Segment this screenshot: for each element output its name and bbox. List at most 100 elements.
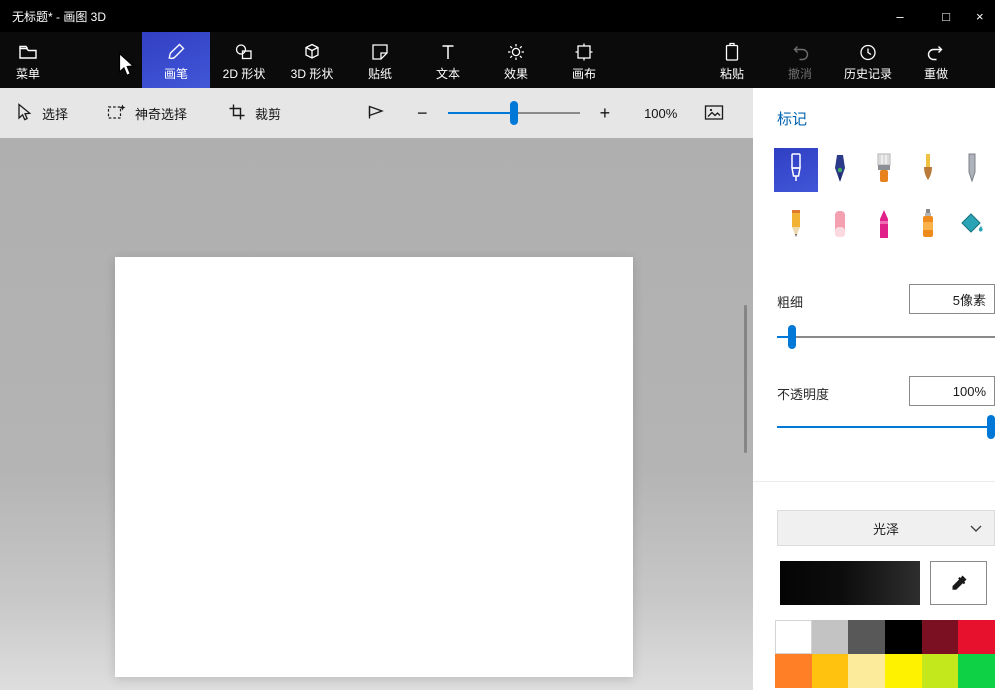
fit-to-window-button[interactable] — [703, 102, 725, 125]
canvas-tab[interactable]: 画布 — [550, 32, 618, 88]
color-swatch[interactable] — [848, 654, 885, 688]
fill-bucket-icon — [958, 206, 986, 247]
thickness-slider-thumb[interactable] — [787, 325, 796, 349]
color-swatch[interactable] — [811, 654, 849, 688]
3d-shapes-label: 3D 形状 — [290, 66, 334, 81]
panel-title: 标记 — [777, 111, 808, 128]
color-swatch[interactable] — [884, 620, 922, 654]
vertical-scrollbar[interactable] — [744, 305, 747, 453]
brush-eraser[interactable] — [818, 204, 862, 248]
redo-button[interactable]: 重做 — [902, 32, 970, 88]
crop-button[interactable]: 裁剪 — [227, 102, 281, 125]
sun-icon — [505, 41, 527, 63]
material-dropdown[interactable]: 光泽 — [777, 510, 995, 546]
color-swatch[interactable] — [958, 620, 995, 654]
3d-shapes-tab[interactable]: 3D 形状 — [278, 32, 346, 88]
panel-divider — [753, 481, 995, 482]
zoom-out-button[interactable]: − — [417, 103, 428, 124]
color-swatch[interactable] — [775, 654, 812, 688]
color-swatch[interactable] — [848, 620, 885, 654]
menu-button[interactable]: 菜单 — [0, 32, 56, 88]
cursor-arrow-icon — [14, 102, 34, 125]
stickers-label: 贴纸 — [367, 66, 392, 81]
secondary-toolbar: 选择 神奇选择 裁剪 − + 100% — [0, 88, 753, 138]
thickness-input[interactable]: 5像素 — [909, 284, 995, 314]
opacity-input[interactable]: 100% — [909, 376, 995, 406]
thickness-label: 粗细 — [777, 295, 804, 310]
mouse-cursor — [118, 52, 136, 83]
brush-panel: 标记 粗细 5像素 不透明度 100% 光泽 — [753, 88, 995, 690]
color-swatch[interactable] — [884, 654, 922, 688]
minimize-button[interactable]: – — [877, 0, 923, 32]
opacity-slider[interactable] — [777, 415, 995, 439]
brush-fill[interactable] — [950, 204, 994, 248]
brush-icon — [165, 41, 187, 63]
canvas-icon — [573, 41, 595, 63]
thickness-slider-track — [777, 336, 995, 338]
opacity-label: 不透明度 — [777, 387, 830, 402]
workspace — [0, 138, 753, 690]
brush-spray-can[interactable] — [906, 204, 950, 248]
opacity-slider-thumb[interactable] — [987, 415, 995, 439]
oil-brush-icon — [870, 150, 898, 191]
image-fit-icon — [703, 102, 725, 125]
text-tab[interactable]: 文本 — [414, 32, 482, 88]
3d-shapes-icon — [301, 41, 323, 63]
redo-icon — [925, 41, 947, 63]
marker-icon — [782, 150, 810, 191]
zoom-slider-fill — [447, 112, 514, 114]
window-title: 无标题* - 画图 3D — [12, 9, 107, 24]
close-button[interactable]: × — [969, 0, 995, 32]
sticker-icon — [369, 41, 391, 63]
title-bar: 无标题* - 画图 3D – □ × — [0, 0, 995, 32]
brush-marker[interactable] — [774, 148, 818, 192]
thickness-slider-fill — [777, 336, 788, 338]
magic-select-button[interactable]: 神奇选择 — [106, 102, 187, 125]
material-dropdown-value: 光泽 — [872, 521, 899, 537]
canvas-label: 画布 — [571, 66, 596, 81]
2d-shapes-tab[interactable]: 2D 形状 — [210, 32, 278, 88]
effects-tab[interactable]: 效果 — [482, 32, 550, 88]
color-swatch[interactable] — [811, 620, 849, 654]
color-swatch[interactable] — [958, 654, 995, 688]
undo-label: 撤消 — [787, 66, 812, 81]
brushes-tab[interactable]: 画笔 — [142, 32, 210, 88]
brush-oil-brush[interactable] — [862, 148, 906, 192]
brush-calligraphy-pen[interactable] — [818, 148, 862, 192]
zoom-slider[interactable] — [447, 101, 580, 125]
crayon-icon — [870, 206, 898, 247]
color-swatch[interactable] — [921, 654, 959, 688]
brush-watercolor[interactable] — [906, 148, 950, 192]
window-controls: – □ × — [877, 0, 995, 32]
effects-label: 效果 — [503, 66, 528, 81]
calligraphy-pen-icon — [826, 150, 854, 191]
stickers-tab[interactable]: 贴纸 — [346, 32, 414, 88]
eyedropper-icon — [952, 575, 966, 590]
brushes-label: 画笔 — [163, 66, 188, 81]
color-swatch[interactable] — [921, 620, 959, 654]
current-color-swatch[interactable] — [780, 561, 920, 605]
zoom-in-button[interactable]: + — [600, 103, 611, 124]
color-swatch[interactable] — [775, 620, 812, 654]
main-toolbar: 菜单 画笔 2D 形状 3D 形状 贴纸 文本 效果 画布 粘贴 撤消 历史记录 — [0, 32, 995, 88]
history-button[interactable]: 历史记录 — [834, 32, 902, 88]
paste-button[interactable]: 粘贴 — [698, 32, 766, 88]
brush-pencil[interactable] — [774, 204, 818, 248]
brush-crayon[interactable] — [862, 204, 906, 248]
brush-pixel-pen[interactable] — [950, 148, 994, 192]
zoom-flag-button[interactable] — [365, 102, 385, 125]
pixel-pen-icon — [958, 150, 986, 191]
chevron-down-icon — [970, 525, 982, 532]
select-button[interactable]: 选择 — [14, 102, 68, 125]
magic-select-icon — [106, 102, 127, 125]
maximize-button[interactable]: □ — [923, 0, 969, 32]
eyedropper-button[interactable] — [930, 561, 987, 605]
redo-label: 重做 — [923, 66, 948, 81]
magic-select-label: 神奇选择 — [135, 106, 188, 122]
drawing-canvas[interactable] — [115, 257, 633, 677]
thickness-slider[interactable] — [777, 325, 995, 349]
pencil-icon — [782, 206, 810, 247]
undo-button[interactable]: 撤消 — [766, 32, 834, 88]
crop-icon — [227, 102, 247, 125]
zoom-slider-thumb[interactable] — [509, 101, 518, 125]
